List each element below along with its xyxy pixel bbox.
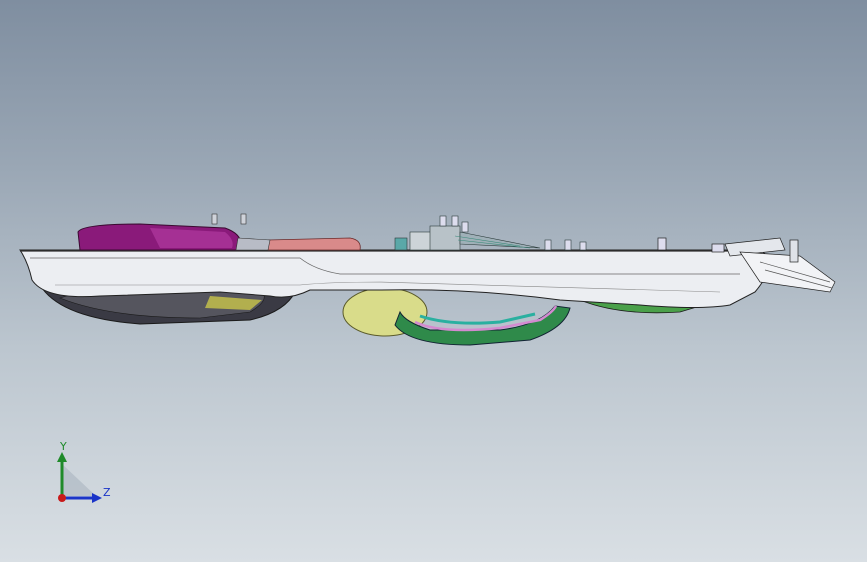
coordinate-triad — [57, 452, 102, 503]
y-axis-label: Y — [60, 440, 67, 453]
pin-1 — [211, 213, 218, 225]
x-axis-point — [58, 494, 66, 502]
z-axis-arrow — [92, 493, 102, 503]
pink-part — [267, 237, 361, 251]
3d-model[interactable] — [0, 0, 867, 562]
gray-transition — [235, 237, 271, 251]
y-axis-arrow — [57, 452, 67, 462]
graphics-viewport[interactable]: Y Z — [0, 0, 867, 562]
pin-2 — [240, 213, 247, 225]
z-axis-label: Z — [103, 486, 111, 499]
lower-tube-teal — [419, 312, 536, 325]
triad-plane-indicator — [62, 464, 96, 496]
center-electronics — [394, 215, 587, 251]
